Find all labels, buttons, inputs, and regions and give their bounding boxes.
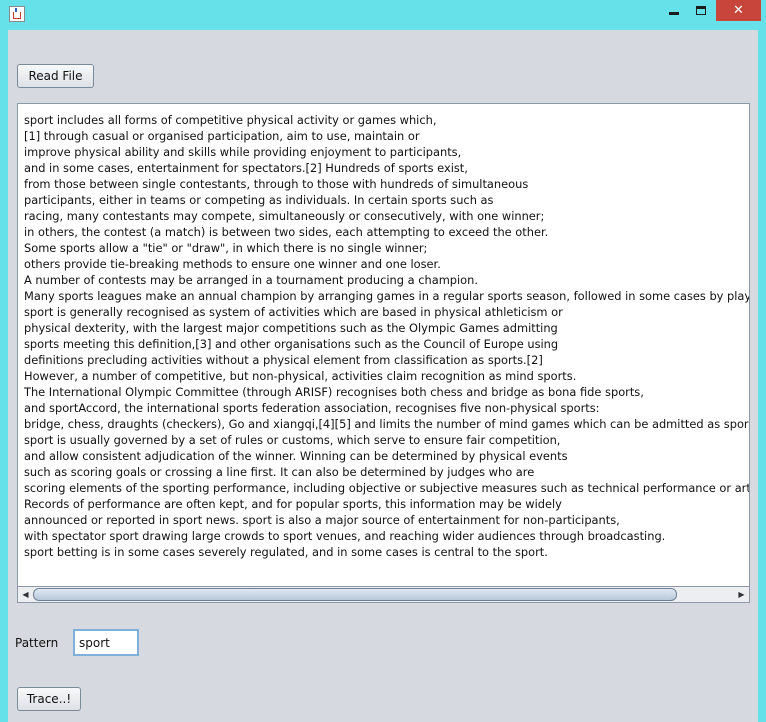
scroll-thumb[interactable] (33, 588, 677, 601)
title-bar[interactable]: ✕ (0, 0, 766, 29)
text-line: with spectator sport drawing large crowd… (24, 529, 666, 543)
text-line: physical dexterity, with the largest maj… (24, 321, 558, 335)
minimize-icon (669, 12, 679, 15)
close-button[interactable]: ✕ (716, 0, 761, 21)
trace-button[interactable]: Trace..! (17, 687, 81, 711)
scroll-right-icon[interactable]: ▶ (734, 587, 749, 602)
maximize-icon (696, 6, 706, 15)
pattern-label: Pattern (15, 636, 59, 650)
text-line: in others, the contest (a match) is betw… (24, 225, 549, 239)
text-line: Many sports leagues make an annual champ… (24, 289, 750, 303)
text-line: and in some cases, entertainment for spe… (24, 161, 468, 175)
file-content-textarea[interactable]: sport includes all forms of competitive … (17, 103, 750, 590)
text-line: definitions precluding activities withou… (24, 353, 543, 367)
text-line: Some sports allow a "tie" or "draw", in … (24, 241, 428, 255)
maximize-button[interactable] (688, 0, 715, 21)
horizontal-scrollbar[interactable]: ◀ ▶ (17, 586, 750, 603)
text-line: and allow consistent adjudication of the… (24, 449, 568, 463)
text-line: sports meeting this definition,[3] and o… (24, 337, 559, 351)
java-cup-icon[interactable] (9, 6, 25, 22)
close-icon: ✕ (733, 3, 744, 18)
text-line: The International Olympic Committee (thr… (24, 385, 644, 399)
text-line: Records of performance are often kept, a… (24, 497, 562, 511)
text-line: sport betting is in some cases severely … (24, 545, 548, 559)
text-line: A number of contests may be arranged in … (24, 273, 478, 287)
text-line: scoring elements of the sporting perform… (24, 481, 750, 495)
text-line: racing, many contestants may compete, si… (24, 209, 545, 223)
minimize-button[interactable] (660, 0, 688, 21)
text-line: sport is generally recognised as system … (24, 305, 563, 319)
main-panel: Read File sport includes all forms of co… (8, 30, 758, 722)
text-line: bridge, chess, draughts (checkers), Go a… (24, 417, 750, 431)
text-line: participants, either in teams or competi… (24, 193, 494, 207)
text-line: sport includes all forms of competitive … (24, 113, 437, 127)
text-line: However, a number of competitive, but no… (24, 369, 577, 383)
text-line: others provide tie-breaking methods to e… (24, 257, 441, 271)
text-line: [1] through casual or organised particip… (24, 129, 420, 143)
text-line: from those between single contestants, t… (24, 177, 529, 191)
scroll-left-icon[interactable]: ◀ (18, 587, 33, 602)
text-line: improve physical ability and skills whil… (24, 145, 462, 159)
text-line: and sportAccord, the international sport… (24, 401, 600, 415)
text-lines: sport includes all forms of competitive … (24, 112, 750, 560)
pattern-input[interactable] (73, 629, 139, 656)
text-line: such as scoring goals or crossing a line… (24, 465, 535, 479)
text-line: sport is usually governed by a set of ru… (24, 433, 561, 447)
read-file-button[interactable]: Read File (17, 64, 94, 88)
text-line: announced or reported in sport news. spo… (24, 513, 620, 527)
